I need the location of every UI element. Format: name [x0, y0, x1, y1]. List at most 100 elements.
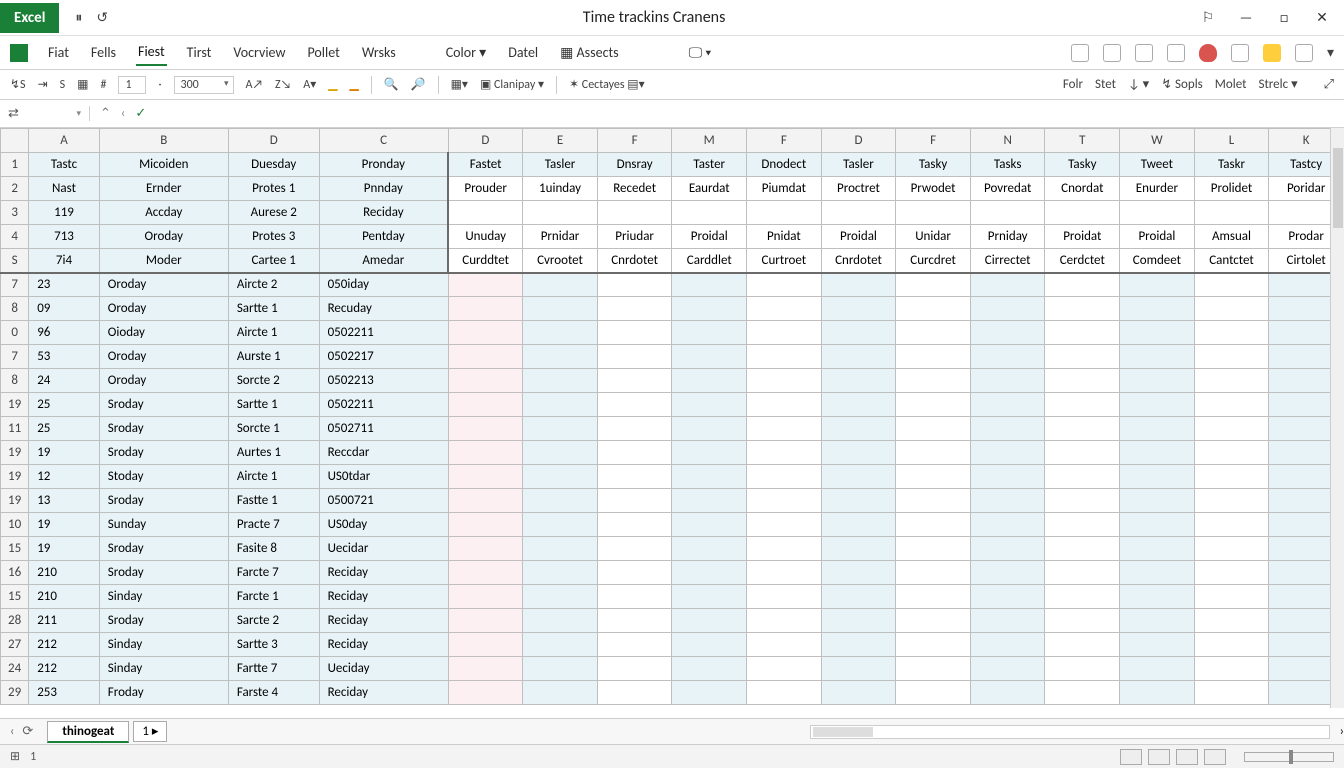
cell[interactable] — [1194, 441, 1269, 465]
hash-icon[interactable]: # — [101, 78, 107, 92]
cell[interactable]: Sartte 1 — [228, 297, 319, 321]
cell[interactable] — [1194, 273, 1269, 297]
cell[interactable] — [448, 561, 523, 585]
row-header[interactable]: 19 — [1, 489, 29, 513]
row-header[interactable]: 15 — [1, 537, 29, 561]
cell[interactable] — [672, 633, 747, 657]
cell[interactable]: Reccdar — [319, 441, 448, 465]
currency-icon[interactable]: ↯S — [10, 77, 26, 92]
cell[interactable] — [821, 297, 896, 321]
cell[interactable]: Cnrdotet — [821, 249, 896, 273]
cell[interactable]: Eaurdat — [672, 177, 747, 201]
row-header[interactable]: 7 — [1, 345, 29, 369]
vertical-scrollbar[interactable] — [1330, 128, 1344, 708]
cell[interactable]: 24 — [29, 369, 100, 393]
cell[interactable] — [1194, 201, 1269, 225]
cell[interactable]: Sroday — [99, 441, 228, 465]
cell[interactable] — [597, 633, 672, 657]
cell[interactable]: US0day — [319, 513, 448, 537]
tab-wrsks[interactable]: Wrsks — [360, 40, 398, 65]
row-header[interactable]: 15 — [1, 585, 29, 609]
cell[interactable] — [597, 585, 672, 609]
cell[interactable]: 1uinday — [523, 177, 598, 201]
cell[interactable]: Prolidet — [1194, 177, 1269, 201]
cell[interactable] — [523, 513, 598, 537]
col-header[interactable]: N — [970, 129, 1045, 153]
qa-icon-2[interactable]: ↺ — [96, 9, 108, 26]
cell[interactable] — [747, 681, 822, 705]
name-box[interactable]: ⇄ — [0, 106, 90, 121]
cell[interactable] — [821, 393, 896, 417]
cell[interactable] — [970, 657, 1045, 681]
cell[interactable] — [1045, 657, 1120, 681]
menu-assects[interactable]: ▦ Assects — [558, 40, 621, 65]
cell[interactable] — [821, 537, 896, 561]
zoom-in-icon[interactable]: 🔍 — [384, 77, 399, 92]
cell[interactable] — [896, 393, 971, 417]
cell[interactable]: Reciday — [319, 681, 448, 705]
cell[interactable]: 19 — [29, 537, 100, 561]
sheet-nav-first-icon[interactable]: ‹ — [10, 724, 14, 739]
cell[interactable] — [448, 201, 523, 225]
cell[interactable]: Proctret — [821, 177, 896, 201]
cell[interactable]: Micoiden — [99, 153, 228, 177]
file-icon[interactable] — [10, 44, 28, 62]
cell[interactable] — [1194, 369, 1269, 393]
row-header[interactable]: 2 — [1, 177, 29, 201]
zoom-slider[interactable] — [1244, 752, 1334, 762]
cell[interactable]: 210 — [29, 585, 100, 609]
cell[interactable] — [1120, 369, 1195, 393]
cell[interactable]: Aircte 2 — [228, 273, 319, 297]
cell[interactable] — [896, 417, 971, 441]
cell[interactable] — [896, 297, 971, 321]
cell[interactable] — [1045, 417, 1120, 441]
cell[interactable]: Farcte 1 — [228, 585, 319, 609]
cell[interactable]: Priudar — [597, 225, 672, 249]
cell[interactable] — [821, 657, 896, 681]
cell[interactable]: 212 — [29, 657, 100, 681]
cell[interactable]: Duesday — [228, 153, 319, 177]
font-a-icon[interactable]: A▾ — [303, 77, 316, 92]
cell[interactable] — [523, 321, 598, 345]
cell[interactable]: Sorcte 1 — [228, 417, 319, 441]
cell[interactable] — [448, 297, 523, 321]
cell[interactable] — [1194, 537, 1269, 561]
sheet-nav-refresh-icon[interactable]: ⟳ — [22, 724, 33, 739]
person-fill-icon[interactable] — [1199, 44, 1217, 62]
cell[interactable] — [1120, 417, 1195, 441]
cell[interactable] — [672, 489, 747, 513]
cell[interactable] — [970, 585, 1045, 609]
cell[interactable] — [1045, 369, 1120, 393]
cell[interactable]: 211 — [29, 609, 100, 633]
cell[interactable] — [1120, 489, 1195, 513]
cell[interactable] — [1194, 393, 1269, 417]
cell[interactable] — [970, 513, 1045, 537]
cell[interactable] — [747, 201, 822, 225]
cell[interactable] — [672, 369, 747, 393]
cell[interactable]: 050iday — [319, 273, 448, 297]
tab-fells[interactable]: Fells — [89, 40, 118, 65]
cell[interactable] — [448, 345, 523, 369]
cell[interactable] — [970, 465, 1045, 489]
cell[interactable]: 19 — [29, 513, 100, 537]
cell[interactable] — [1194, 417, 1269, 441]
cell[interactable] — [1045, 633, 1120, 657]
cell[interactable]: 25 — [29, 417, 100, 441]
cell[interactable]: Sinday — [99, 585, 228, 609]
cell[interactable] — [747, 561, 822, 585]
cell[interactable]: Amedar — [319, 249, 448, 273]
strelc-label[interactable]: Strelc ▾ — [1258, 77, 1297, 92]
cell[interactable] — [1045, 321, 1120, 345]
cell[interactable] — [970, 441, 1045, 465]
cell[interactable]: US0tdar — [319, 465, 448, 489]
cell[interactable] — [523, 561, 598, 585]
row-header[interactable]: 1 — [1, 153, 29, 177]
cell[interactable] — [672, 681, 747, 705]
home-icon[interactable] — [1263, 44, 1281, 62]
cell[interactable] — [672, 321, 747, 345]
menu-datel[interactable]: Datel — [506, 40, 540, 65]
col-header[interactable]: B — [99, 129, 228, 153]
cell[interactable] — [747, 393, 822, 417]
cell[interactable] — [448, 369, 523, 393]
cell[interactable] — [523, 369, 598, 393]
